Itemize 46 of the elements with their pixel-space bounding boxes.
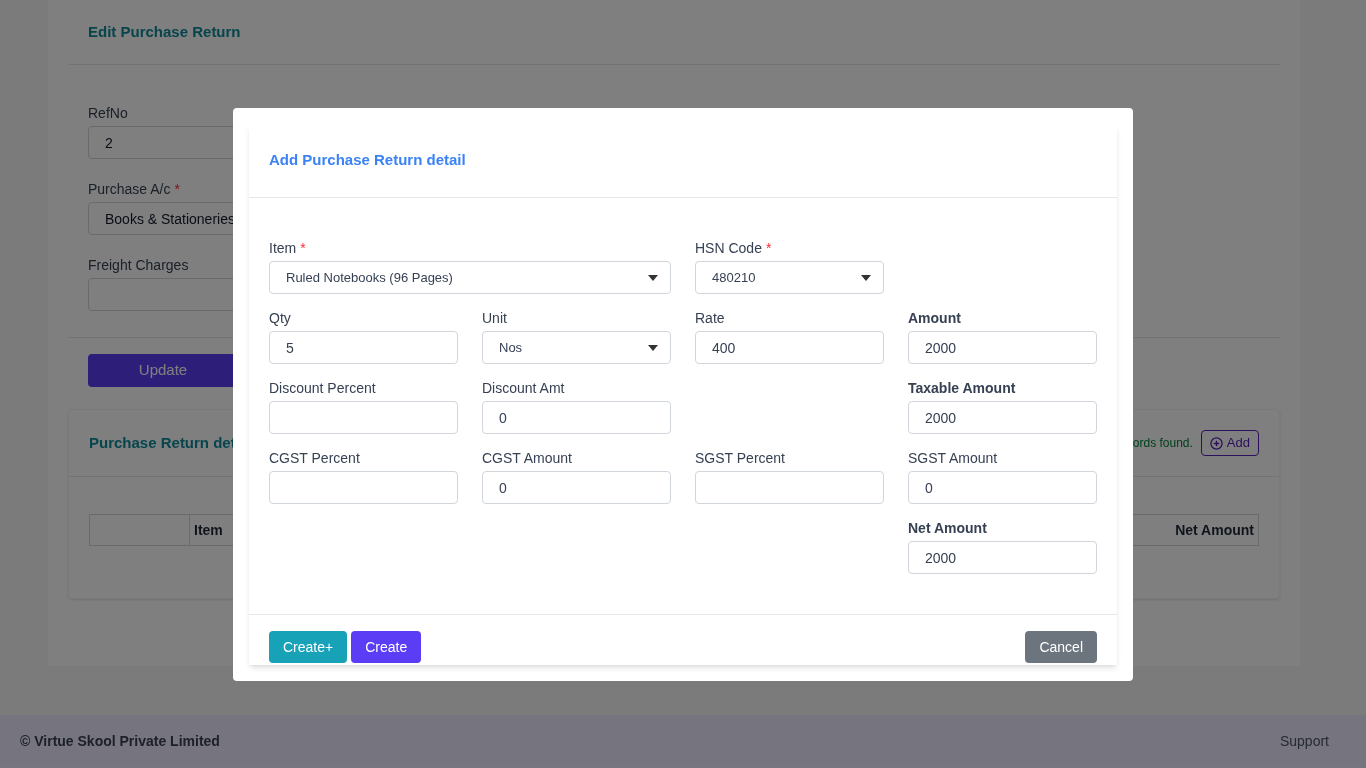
modal-title: Add Purchase Return detail [269,150,466,171]
plus-circle-icon [1209,436,1223,450]
required-mark: * [765,239,772,258]
input-field[interactable] [269,471,458,504]
field-label: SGST Amount [908,449,998,468]
dropdown[interactable]: Nos [482,331,671,364]
field-label: HSN Code [695,239,762,258]
dropdown[interactable]: 480210 [695,261,884,294]
field-label: Amount [908,309,961,328]
input-field[interactable]: 0 [482,471,671,504]
field-label: Qty [269,309,291,328]
field-label: Discount Percent [269,379,376,398]
create-button[interactable]: Create [351,631,422,663]
required-mark: * [300,239,306,258]
field-label: Unit [482,309,507,328]
field-label: Taxable Amount [908,379,1016,398]
input-field[interactable]: 400 [695,331,884,364]
input-field[interactable]: 2000 [908,541,1097,574]
copyright-text: © Virtue Skool Private Limited [20,732,220,751]
caret-down-icon [648,274,658,281]
input-field[interactable] [695,471,884,504]
records-text: ords found. [1132,435,1193,452]
field-label: RefNo [88,104,128,123]
input-field[interactable]: 5 [269,331,458,364]
input-field[interactable]: 0 [482,401,671,434]
page-title: Edit Purchase Return [88,21,241,42]
field-label: Purchase A/c [88,180,171,199]
table-header-cell-text: Net Amount [1174,520,1255,540]
input-field[interactable] [269,401,458,434]
cancel-button[interactable]: Cancel [1025,631,1097,663]
required-mark: * [174,180,180,199]
field-label: Rate [695,309,725,328]
field-label: SGST Percent [695,449,785,468]
input-field[interactable]: 2000 [908,331,1097,364]
field-label: CGST Amount [482,449,572,468]
input-field[interactable]: 0 [908,471,1097,504]
field-label: Net Amount [908,519,987,538]
field-label: Item [269,239,297,258]
field-label: Freight Charges [88,256,189,275]
caret-down-icon [648,344,658,351]
input-field[interactable]: 2000 [908,401,1097,434]
caret-down-icon [861,274,871,281]
field-label: CGST Percent [269,449,360,468]
add-button[interactable]: Add [1200,430,1259,456]
dropdown[interactable]: Ruled Notebooks (96 Pages) [269,261,671,294]
field-label: Discount Amt [482,379,565,398]
